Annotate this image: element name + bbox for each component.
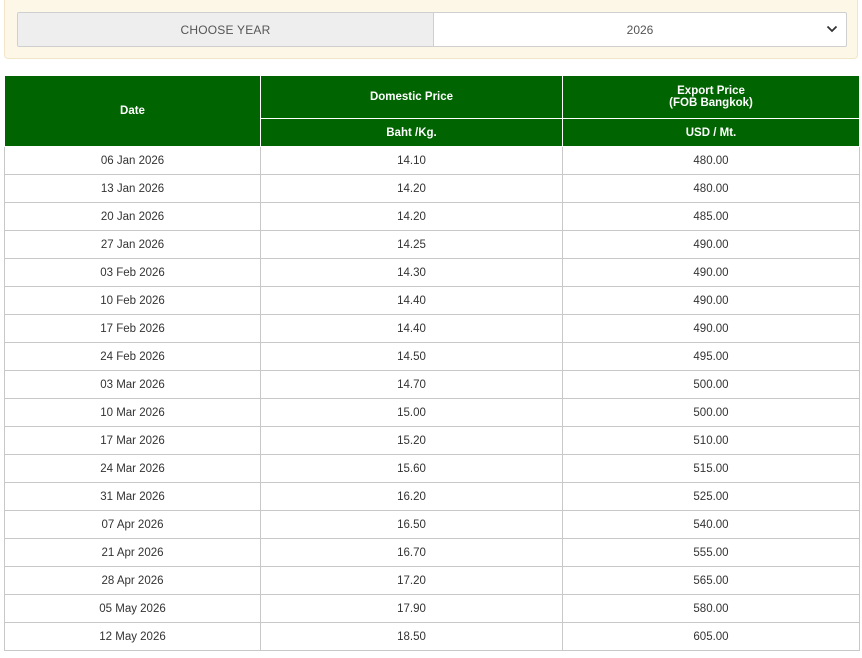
export-price-cell: 605.00: [562, 622, 860, 651]
table-row: 17 Mar 2026 15.20 510.00: [4, 426, 860, 455]
date-cell: 03 Feb 2026: [4, 258, 261, 287]
export-price-cell: 510.00: [562, 426, 860, 455]
export-price-cell: 540.00: [562, 510, 860, 539]
date-cell: 21 Apr 2026: [4, 538, 261, 567]
table-row: 10 Mar 2026 15.00 500.00: [4, 398, 860, 427]
date-cell: 28 Apr 2026: [4, 566, 261, 595]
header-export-unit: USD / Mt.: [562, 118, 860, 147]
table-row: 21 Apr 2026 16.70 555.00: [4, 538, 860, 567]
domestic-price-cell: 16.20: [260, 482, 563, 511]
export-price-cell: 490.00: [562, 258, 860, 287]
export-price-cell: 495.00: [562, 342, 860, 371]
domestic-price-cell: 14.25: [260, 230, 563, 259]
date-cell: 05 May 2026: [4, 594, 261, 623]
domestic-price-cell: 14.20: [260, 174, 563, 203]
export-price-cell: 500.00: [562, 370, 860, 399]
date-cell: 24 Feb 2026: [4, 342, 261, 371]
export-price-cell: 565.00: [562, 566, 860, 595]
domestic-price-cell: 15.00: [260, 398, 563, 427]
header-export-price: Export Price (FOB Bangkok): [562, 75, 860, 119]
export-price-cell: 525.00: [562, 482, 860, 511]
date-cell: 20 Jan 2026: [4, 202, 261, 231]
table-row: 03 Mar 2026 14.70 500.00: [4, 370, 860, 399]
year-select-value: 2026: [626, 22, 654, 37]
date-cell: 10 Mar 2026: [4, 398, 261, 427]
year-filter-bar: CHOOSE YEAR 2026: [4, 0, 858, 59]
export-price-cell: 485.00: [562, 202, 860, 231]
date-cell: 07 Apr 2026: [4, 510, 261, 539]
date-cell: 06 Jan 2026: [4, 146, 261, 175]
table-row: 13 Jan 2026 14.20 480.00: [4, 174, 860, 203]
choose-year-label: CHOOSE YEAR: [18, 13, 434, 46]
table-row: 03 Feb 2026 14.30 490.00: [4, 258, 860, 287]
domestic-price-cell: 15.60: [260, 454, 563, 483]
table-row: 12 May 2026 18.50 605.00: [4, 622, 860, 651]
year-filter-group: CHOOSE YEAR 2026: [17, 12, 847, 47]
domestic-price-cell: 16.50: [260, 510, 563, 539]
date-cell: 12 May 2026: [4, 622, 261, 651]
export-price-cell: 580.00: [562, 594, 860, 623]
domestic-price-cell: 14.70: [260, 370, 563, 399]
date-cell: 17 Mar 2026: [4, 426, 261, 455]
date-cell: 03 Mar 2026: [4, 370, 261, 399]
header-export-price-line2: (FOB Bangkok): [669, 97, 753, 109]
table-row: 27 Jan 2026 14.25 490.00: [4, 230, 860, 259]
export-price-cell: 490.00: [562, 286, 860, 315]
export-price-cell: 555.00: [562, 538, 860, 567]
price-table: Date Domestic Price Export Price (FOB Ba…: [4, 75, 860, 651]
table-row: 20 Jan 2026 14.20 485.00: [4, 202, 860, 231]
export-price-cell: 480.00: [562, 174, 860, 203]
price-table-header: Date Domestic Price Export Price (FOB Ba…: [4, 75, 860, 147]
date-cell: 27 Jan 2026: [4, 230, 261, 259]
price-table-body: 06 Jan 2026 14.10 480.00 13 Jan 2026 14.20 48…: [4, 146, 860, 651]
date-cell: 31 Mar 2026: [4, 482, 261, 511]
table-row: 05 May 2026 17.90 580.00: [4, 594, 860, 623]
table-row: 06 Jan 2026 14.10 480.00: [4, 146, 860, 175]
domestic-price-cell: 17.90: [260, 594, 563, 623]
domestic-price-cell: 17.20: [260, 566, 563, 595]
domestic-price-cell: 15.20: [260, 426, 563, 455]
header-export-price-line1: Export Price: [677, 85, 745, 97]
domestic-price-cell: 14.40: [260, 314, 563, 343]
table-row: 07 Apr 2026 16.50 540.00: [4, 510, 860, 539]
export-price-cell: 490.00: [562, 230, 860, 259]
year-select[interactable]: 2026: [434, 13, 846, 46]
date-cell: 17 Feb 2026: [4, 314, 261, 343]
export-price-cell: 480.00: [562, 146, 860, 175]
domestic-price-cell: 14.10: [260, 146, 563, 175]
export-price-cell: 500.00: [562, 398, 860, 427]
date-cell: 24 Mar 2026: [4, 454, 261, 483]
header-date: Date: [4, 75, 261, 147]
header-domestic-price: Domestic Price: [260, 75, 563, 119]
domestic-price-cell: 16.70: [260, 538, 563, 567]
date-cell: 13 Jan 2026: [4, 174, 261, 203]
domestic-price-cell: 14.30: [260, 258, 563, 287]
table-row: 24 Feb 2026 14.50 495.00: [4, 342, 860, 371]
table-row: 17 Feb 2026 14.40 490.00: [4, 314, 860, 343]
chevron-down-icon[interactable]: [826, 23, 838, 35]
table-row: 28 Apr 2026 17.20 565.00: [4, 566, 860, 595]
domestic-price-cell: 14.50: [260, 342, 563, 371]
date-cell: 10 Feb 2026: [4, 286, 261, 315]
header-domestic-unit: Baht /Kg.: [260, 118, 563, 147]
export-price-cell: 515.00: [562, 454, 860, 483]
table-row: 31 Mar 2026 16.20 525.00: [4, 482, 860, 511]
domestic-price-cell: 18.50: [260, 622, 563, 651]
table-row: 10 Feb 2026 14.40 490.00: [4, 286, 860, 315]
export-price-cell: 490.00: [562, 314, 860, 343]
domestic-price-cell: 14.20: [260, 202, 563, 231]
domestic-price-cell: 14.40: [260, 286, 563, 315]
table-row: 24 Mar 2026 15.60 515.00: [4, 454, 860, 483]
